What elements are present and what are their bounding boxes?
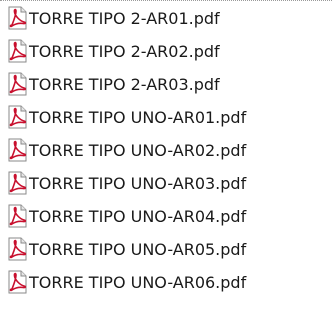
file-name: TORRE TIPO UNO-AR01.pdf — [29, 107, 247, 127]
file-item-torre-tipo-uno-ar03[interactable]: TORRE TIPO UNO-AR03.pdf — [6, 168, 326, 198]
file-name: TORRE TIPO UNO-AR05.pdf — [29, 239, 247, 259]
file-name: TORRE TIPO 2-AR02.pdf — [29, 41, 220, 61]
pdf-file-icon — [8, 6, 27, 30]
file-item-torre-tipo-uno-ar01[interactable]: TORRE TIPO UNO-AR01.pdf — [6, 102, 326, 132]
file-item-torre-tipo-2-ar03[interactable]: TORRE TIPO 2-AR03.pdf — [6, 69, 326, 99]
pdf-file-icon — [8, 72, 27, 96]
file-name: TORRE TIPO UNO-AR06.pdf — [29, 272, 247, 292]
file-name: TORRE TIPO UNO-AR02.pdf — [29, 140, 247, 160]
pdf-file-icon — [8, 270, 27, 294]
pdf-file-icon — [8, 237, 27, 261]
file-item-torre-tipo-uno-ar04[interactable]: TORRE TIPO UNO-AR04.pdf — [6, 201, 326, 231]
pdf-file-icon — [8, 204, 27, 228]
pdf-file-icon — [8, 138, 27, 162]
file-name: TORRE TIPO 2-AR03.pdf — [29, 74, 220, 94]
file-list: TORRE TIPO 2-AR01.pdf TORRE TIPO 2-AR02.… — [0, 0, 332, 314]
file-name: TORRE TIPO UNO-AR03.pdf — [29, 173, 247, 193]
file-name: TORRE TIPO 2-AR01.pdf — [29, 8, 220, 28]
pdf-file-icon — [8, 105, 27, 129]
pdf-file-icon — [8, 39, 27, 63]
file-item-torre-tipo-2-ar02[interactable]: TORRE TIPO 2-AR02.pdf — [6, 36, 326, 66]
file-item-torre-tipo-uno-ar06[interactable]: TORRE TIPO UNO-AR06.pdf — [6, 267, 326, 297]
file-item-torre-tipo-uno-ar05[interactable]: TORRE TIPO UNO-AR05.pdf — [6, 234, 326, 264]
file-item-torre-tipo-uno-ar02[interactable]: TORRE TIPO UNO-AR02.pdf — [6, 135, 326, 165]
file-name: TORRE TIPO UNO-AR04.pdf — [29, 206, 247, 226]
pdf-file-icon — [8, 171, 27, 195]
file-item-torre-tipo-2-ar01[interactable]: TORRE TIPO 2-AR01.pdf — [6, 3, 326, 33]
